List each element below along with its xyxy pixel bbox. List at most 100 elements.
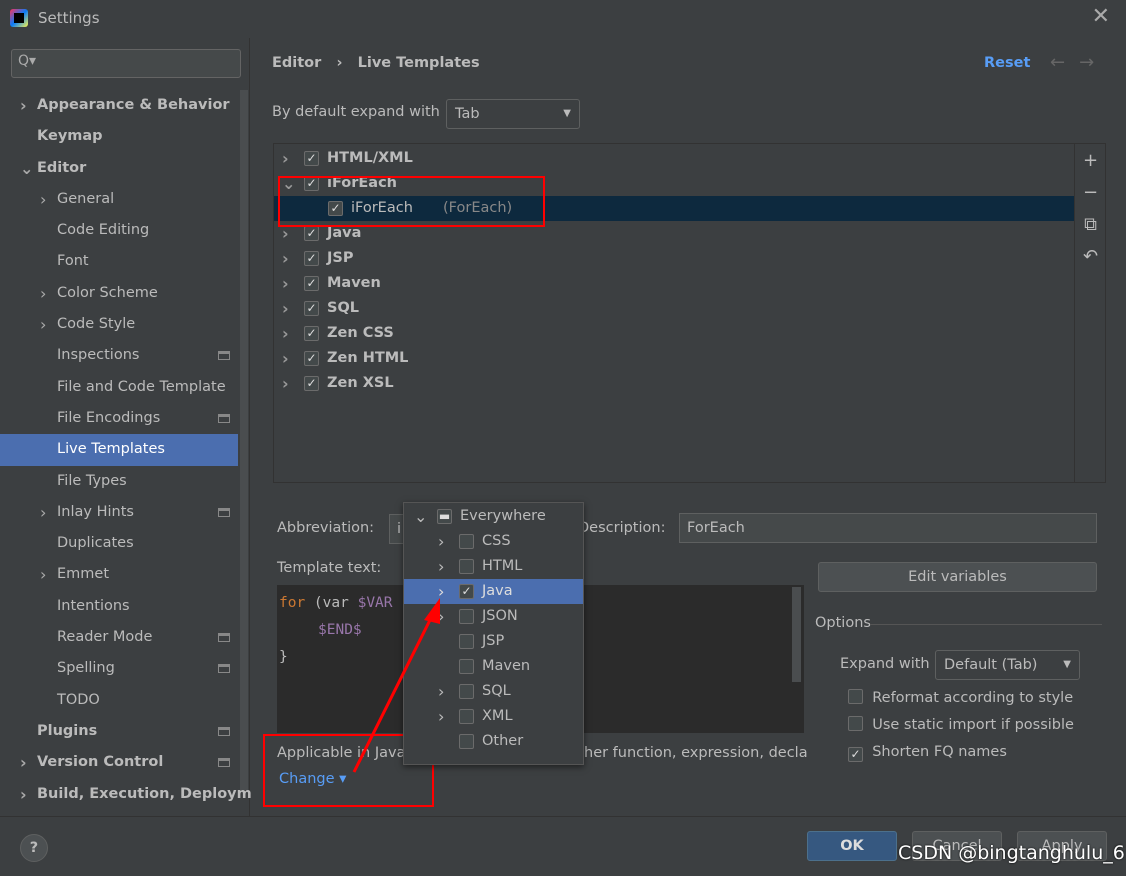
checkbox[interactable] xyxy=(459,709,474,724)
checkbox[interactable] xyxy=(459,609,474,624)
chevron-right-icon[interactable]: › xyxy=(20,747,27,778)
chevron-right-icon[interactable]: › xyxy=(40,309,46,340)
settings-search-input[interactable]: Q▾ xyxy=(11,49,241,78)
context-item[interactable]: › HTML xyxy=(404,554,583,579)
chevron-right-icon[interactable]: › xyxy=(282,371,289,396)
sidebar-item[interactable]: › Code Style xyxy=(0,309,238,340)
sidebar-item[interactable]: ⌄ Editor xyxy=(0,153,238,184)
chevron-right-icon[interactable]: › xyxy=(282,321,289,346)
checkbox[interactable] xyxy=(459,534,474,549)
sidebar-item[interactable]: › Build, Execution, Deploym xyxy=(0,779,252,810)
chevron-right-icon[interactable]: › xyxy=(282,271,289,296)
checkmark-icon[interactable]: ✓ xyxy=(304,301,319,316)
chevron-right-icon[interactable]: › xyxy=(40,497,46,528)
sidebar-item[interactable]: Reader Mode xyxy=(0,622,238,653)
project-settings-icon xyxy=(218,413,230,423)
checkmark-icon[interactable]: ✓ xyxy=(848,747,863,762)
edit-variables-button[interactable]: Edit variables xyxy=(818,562,1097,592)
chevron-right-icon[interactable]: › xyxy=(438,529,444,554)
sidebar-item[interactable]: File Types xyxy=(0,466,238,497)
sidebar-item[interactable]: Spelling xyxy=(0,653,238,684)
chevron-right-icon[interactable]: › xyxy=(20,779,27,810)
context-item[interactable]: ⌄ ▬ Everywhere xyxy=(404,504,583,529)
chevron-right-icon[interactable]: › xyxy=(282,296,289,321)
sidebar-scrollbar[interactable] xyxy=(240,90,248,790)
copy-icon[interactable]: ⧉ xyxy=(1075,208,1106,240)
template-row[interactable]: › ✓ Maven xyxy=(274,271,1074,296)
template-row[interactable]: › ✓ HTML/XML xyxy=(274,146,1074,171)
sidebar-item[interactable]: › Version Control xyxy=(0,747,238,778)
sidebar-item[interactable]: › Inlay Hints xyxy=(0,497,238,528)
chevron-right-icon[interactable]: › xyxy=(20,90,27,121)
sidebar-item[interactable]: Intentions xyxy=(0,591,238,622)
checkmark-icon[interactable]: ✓ xyxy=(304,151,319,166)
options-title: Options xyxy=(815,615,871,631)
checkmark-icon[interactable]: ✓ xyxy=(304,276,319,291)
sidebar-item[interactable]: › General xyxy=(0,184,238,215)
partial-check-icon[interactable]: ▬ xyxy=(437,509,452,524)
template-row[interactable]: › ✓ Zen XSL xyxy=(274,371,1074,396)
sidebar-item[interactable]: › Emmet xyxy=(0,559,238,590)
chevron-down-icon[interactable]: ⌄ xyxy=(20,153,33,184)
checkbox[interactable] xyxy=(459,634,474,649)
editor-scrollbar[interactable] xyxy=(792,587,801,682)
chevron-right-icon[interactable]: › xyxy=(282,246,289,271)
sidebar-item[interactable]: TODO xyxy=(0,685,238,716)
checkbox[interactable] xyxy=(848,689,863,704)
checkbox[interactable] xyxy=(459,659,474,674)
reset-link[interactable]: Reset xyxy=(984,55,1030,71)
chevron-right-icon[interactable]: › xyxy=(40,278,46,309)
chevron-right-icon[interactable]: › xyxy=(438,554,444,579)
checkmark-icon[interactable]: ✓ xyxy=(304,326,319,341)
forward-arrow-icon[interactable]: → xyxy=(1079,52,1108,73)
checkbox[interactable] xyxy=(848,716,863,731)
template-row[interactable]: › ✓ JSP xyxy=(274,246,1074,271)
close-icon[interactable]: ✕ xyxy=(1092,4,1110,29)
sidebar-item[interactable]: Live Templates xyxy=(0,434,238,466)
checkbox[interactable] xyxy=(459,734,474,749)
restore-icon[interactable]: ↶ xyxy=(1075,240,1106,272)
add-icon[interactable]: + xyxy=(1075,144,1106,176)
sidebar-item[interactable]: Code Editing xyxy=(0,215,238,246)
template-row[interactable]: › ✓ Zen CSS xyxy=(274,321,1074,346)
sidebar-item[interactable]: File and Code Template xyxy=(0,372,238,403)
description-input[interactable]: ForEach xyxy=(679,513,1097,543)
checkmark-icon[interactable]: ✓ xyxy=(304,351,319,366)
chevron-down-icon[interactable]: ⌄ xyxy=(414,504,427,529)
expand-with-select[interactable]: Tab ▼ xyxy=(446,99,580,129)
template-label: HTML/XML xyxy=(327,150,413,166)
chevron-right-icon[interactable]: › xyxy=(40,559,46,590)
reformat-checkbox[interactable]: Reformat according to style xyxy=(848,689,1073,706)
static-import-checkbox[interactable]: Use static import if possible xyxy=(848,716,1074,733)
sidebar-item[interactable]: Duplicates xyxy=(0,528,238,559)
chevron-right-icon[interactable]: › xyxy=(282,146,289,171)
remove-icon[interactable]: − xyxy=(1075,176,1106,208)
sidebar-item[interactable]: Font xyxy=(0,246,238,277)
context-label: Everywhere xyxy=(460,508,546,524)
ok-button[interactable]: OK xyxy=(807,831,897,861)
sidebar-item[interactable]: File Encodings xyxy=(0,403,238,434)
checkbox[interactable] xyxy=(459,559,474,574)
template-row[interactable]: › ✓ SQL xyxy=(274,296,1074,321)
chevron-right-icon[interactable]: › xyxy=(282,346,289,371)
back-arrow-icon[interactable]: ← xyxy=(1050,52,1079,73)
sidebar-item[interactable]: Keymap xyxy=(0,121,238,152)
sidebar-item[interactable]: Plugins xyxy=(0,716,238,747)
checkmark-icon[interactable]: ✓ xyxy=(459,584,474,599)
sidebar-item[interactable]: Inspections xyxy=(0,340,238,371)
checkmark-icon[interactable]: ✓ xyxy=(304,226,319,241)
sidebar-item[interactable]: › Color Scheme xyxy=(0,278,238,309)
help-button[interactable]: ? xyxy=(20,834,48,862)
annotation-box xyxy=(278,176,545,227)
checkbox[interactable] xyxy=(459,684,474,699)
sidebar-item[interactable]: › Appearance & Behavior xyxy=(0,90,238,121)
template-row[interactable]: › ✓ Zen HTML xyxy=(274,346,1074,371)
checkmark-icon[interactable]: ✓ xyxy=(304,376,319,391)
checkmark-icon[interactable]: ✓ xyxy=(304,251,319,266)
chevron-right-icon[interactable]: › xyxy=(40,184,46,215)
description-label: Description: xyxy=(578,520,666,536)
shorten-fq-checkbox[interactable]: ✓ Shorten FQ names xyxy=(848,744,1007,762)
breadcrumb-editor[interactable]: Editor xyxy=(272,55,321,71)
option-expand-select[interactable]: Default (Tab) ▼ xyxy=(935,650,1080,680)
context-item[interactable]: › CSS xyxy=(404,529,583,554)
